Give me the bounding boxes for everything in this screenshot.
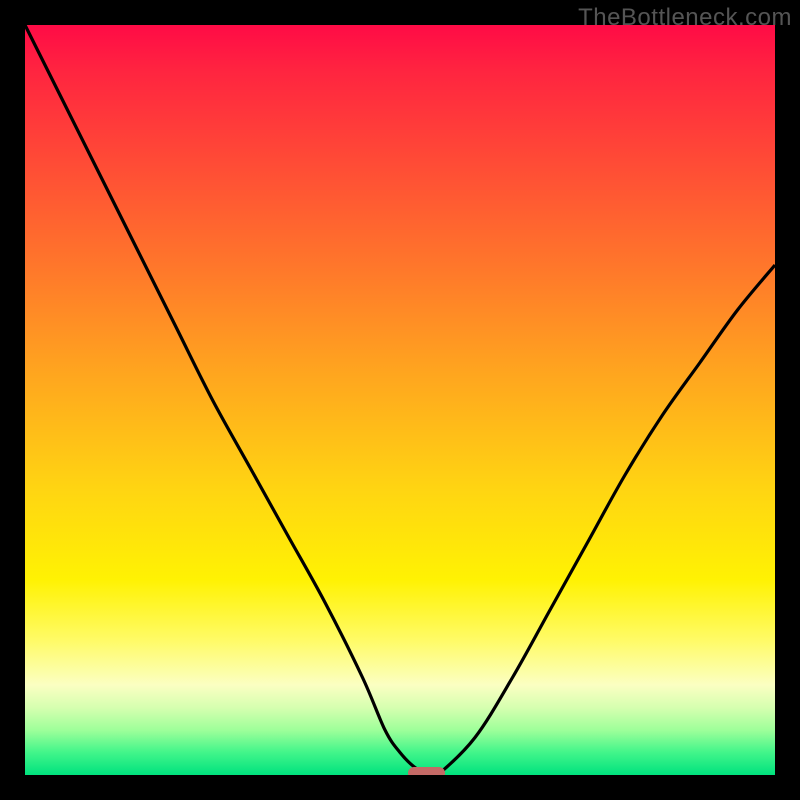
plot-area xyxy=(25,25,775,775)
watermark-text: TheBottleneck.com xyxy=(578,4,792,32)
bottleneck-curve xyxy=(25,25,775,775)
chart-frame: TheBottleneck.com xyxy=(0,0,800,800)
optimum-marker xyxy=(408,767,446,775)
curve-path xyxy=(25,25,775,775)
